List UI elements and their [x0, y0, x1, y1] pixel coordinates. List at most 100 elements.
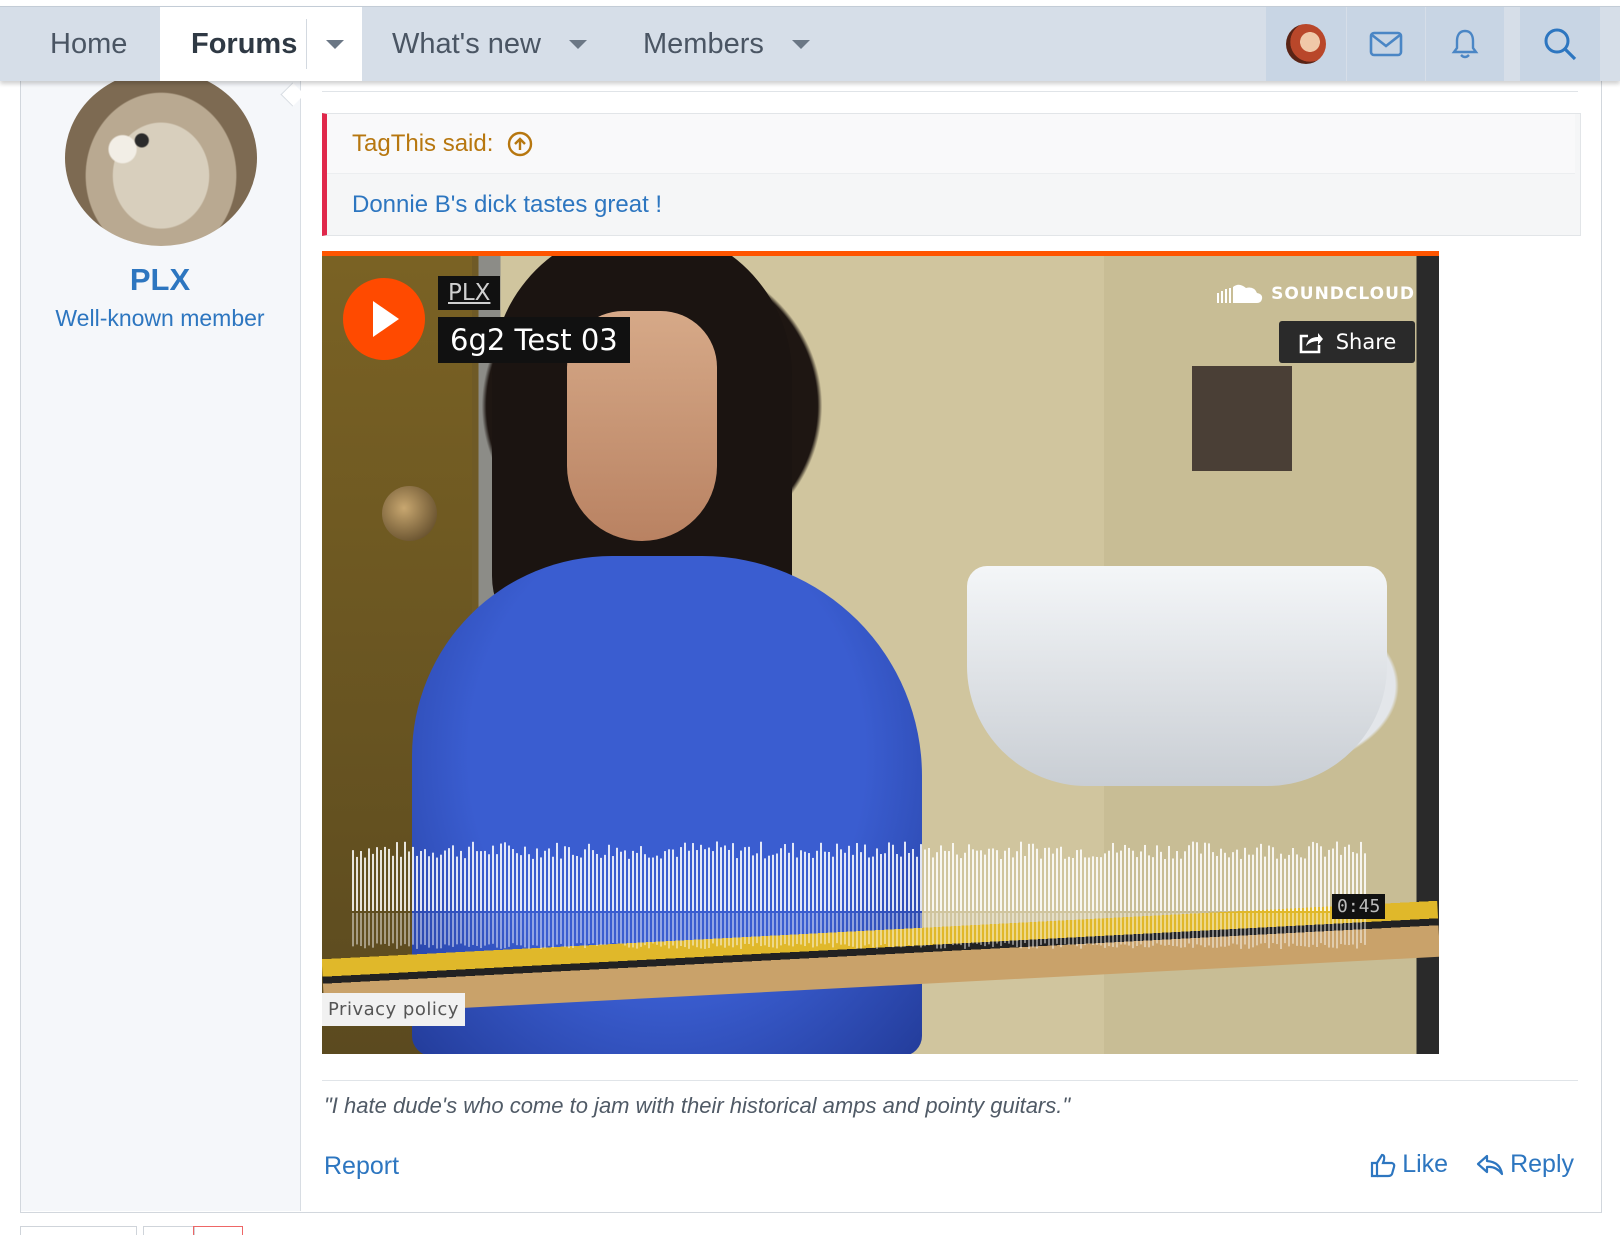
waveform-bar-reflection [1196, 913, 1198, 945]
waveform-bar-reflection [944, 913, 946, 949]
soundcloud-logo[interactable]: SOUNDCLOUD [1217, 283, 1415, 305]
whats-new-dropdown-icon[interactable] [568, 39, 587, 49]
waveform-bar-reflection [1216, 913, 1218, 948]
waveform-bar [764, 858, 766, 911]
waveform-bar [968, 844, 970, 911]
waveform-bar [1004, 850, 1006, 911]
waveform-bar [1132, 850, 1134, 911]
waveform-bar-reflection [700, 913, 702, 949]
waveform-bar [572, 854, 574, 911]
waveform-bar [484, 850, 486, 911]
waveform-bar [1308, 846, 1310, 911]
waveform-bar [688, 850, 690, 911]
waveform-bar-reflection [712, 913, 714, 944]
share-label: Share [1335, 330, 1397, 354]
waveform-bar-reflection [368, 913, 370, 946]
waveform-bar [1252, 854, 1254, 911]
waveform-bar [944, 850, 946, 911]
waveform-bar-reflection [864, 913, 866, 946]
waveform-bar-reflection [428, 913, 430, 948]
nav-whats-new[interactable]: What's new [392, 7, 587, 81]
nav-forums[interactable]: Forums [160, 7, 362, 81]
waveform-bar-reflection [1328, 913, 1330, 948]
waveform-bar [792, 842, 794, 911]
share-icon [1299, 333, 1323, 354]
waveform-bar-reflection [492, 913, 494, 944]
members-dropdown-icon[interactable] [791, 39, 810, 49]
nav-members[interactable]: Members [643, 7, 810, 81]
report-link[interactable]: Report [324, 1152, 399, 1181]
play-button[interactable] [343, 278, 425, 360]
waveform-bar [1212, 852, 1214, 911]
reply-button[interactable]: Reply [1476, 1150, 1574, 1179]
waveform-bar [468, 846, 470, 911]
waveform-bar [564, 846, 566, 911]
waveform-bar [880, 854, 882, 911]
track-title[interactable]: 6g2 Test 03 [438, 317, 630, 363]
waveform-bar [1148, 855, 1150, 911]
waveform-bar [412, 846, 414, 911]
track-uploader[interactable]: PLX [438, 276, 501, 310]
waveform-bar-reflection [440, 913, 442, 949]
waveform-bar-reflection [972, 913, 974, 944]
waveform-bar-reflection [1164, 913, 1166, 946]
waveform-bar [372, 853, 374, 911]
waveform-bar [756, 853, 758, 911]
waveform-bar [1120, 850, 1122, 911]
search-button[interactable] [1520, 7, 1600, 81]
waveform-bar-reflection [676, 913, 678, 949]
waveform-bar [720, 847, 722, 911]
waveform-bar [1124, 844, 1126, 911]
waveform-bar-reflection [1240, 913, 1242, 949]
forums-dropdown-icon[interactable] [326, 40, 344, 49]
waveform-bar [1076, 850, 1078, 911]
waveform-bar-reflection [420, 913, 422, 945]
waveform-bar [1060, 846, 1062, 911]
account-button[interactable] [1266, 7, 1346, 81]
user-title: Well-known member [55, 305, 265, 331]
waveform-bar [808, 853, 810, 911]
waveform-bar [724, 845, 726, 911]
waveform-bar-reflection [1208, 913, 1210, 946]
waveform-bar [512, 849, 514, 911]
waveform-bar-reflection [468, 913, 470, 947]
inbox-button[interactable] [1347, 7, 1425, 81]
waveform-bar-reflection [484, 913, 486, 946]
privacy-policy-link[interactable]: Privacy policy [322, 993, 465, 1026]
waveform-bar-reflection [1248, 913, 1250, 949]
waveform-bar-reflection [1140, 913, 1142, 945]
waveform-bar [672, 849, 674, 911]
waveform-bar [1300, 857, 1302, 911]
waveform-bar [988, 848, 990, 911]
like-button[interactable]: Like [1370, 1150, 1448, 1179]
waveform-bar [1188, 845, 1190, 911]
quote-block: TagThis said: Donnie B's dick tastes gre… [322, 113, 1581, 236]
quote-author-link[interactable]: TagThis said: [352, 130, 533, 158]
waveform-bar [740, 850, 742, 911]
waveform-bar-reflection [388, 913, 390, 946]
waveform-bar-reflection [584, 913, 586, 948]
user-avatar[interactable] [65, 70, 257, 246]
waveform-bar-reflection [1232, 913, 1234, 944]
waveform-bar-reflection [804, 913, 806, 947]
audio-waveform[interactable] [352, 839, 1372, 954]
waveform-bar [1128, 847, 1130, 911]
username[interactable]: PLX [0, 262, 320, 298]
nav-home[interactable]: Home [50, 7, 127, 81]
waveform-bar-reflection [652, 913, 654, 944]
waveform-bar [1000, 858, 1002, 911]
soundcloud-embed[interactable]: PLX 6g2 Test 03 SOUNDCLOUD Share 0:45 Pr… [322, 251, 1439, 1054]
waveform-bar-reflection [896, 913, 898, 947]
share-button[interactable]: Share [1279, 321, 1415, 363]
waveform-bar [696, 850, 698, 911]
waveform-bar-reflection [612, 913, 614, 944]
waveform-bar-reflection [1276, 913, 1278, 945]
arrow-up-circle-icon[interactable] [507, 131, 533, 157]
waveform-bar-reflection [716, 913, 718, 947]
reply-label: Reply [1510, 1150, 1574, 1178]
waveform-bar [1304, 858, 1306, 911]
waveform-bar [628, 858, 630, 911]
alerts-button[interactable] [1426, 7, 1504, 81]
waveform-bar [608, 844, 610, 911]
waveform-bar-reflection [604, 913, 606, 945]
